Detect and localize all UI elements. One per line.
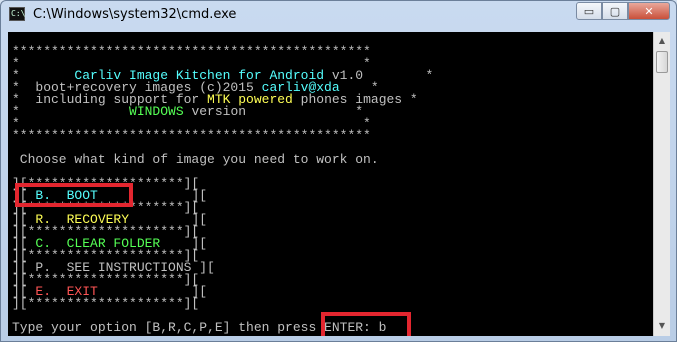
close-button[interactable]: ✕ <box>628 2 670 20</box>
scroll-thumb[interactable] <box>656 51 668 73</box>
banner-border-bottom: ****************************************… <box>12 128 371 143</box>
title-bar[interactable]: C:\ C:\Windows\system32\cmd.exe ▭ ▢ ✕ <box>1 1 676 31</box>
menu-separator: ][********************][ <box>12 296 200 311</box>
boot-highlight-box <box>15 183 133 207</box>
console-output[interactable]: ****************************************… <box>8 32 653 336</box>
vertical-scrollbar[interactable]: ▲ ▼ <box>653 32 670 336</box>
maximize-button[interactable]: ▢ <box>602 2 628 20</box>
scroll-down-icon[interactable]: ▼ <box>654 318 670 334</box>
menu-heading: Choose what kind of image you need to wo… <box>12 152 379 167</box>
enter-highlight-box <box>321 312 411 336</box>
cmd-window: C:\ C:\Windows\system32\cmd.exe ▭ ▢ ✕ **… <box>0 0 677 342</box>
window-controls: ▭ ▢ ✕ <box>576 2 670 20</box>
scroll-up-icon[interactable]: ▲ <box>654 33 670 49</box>
cmd-icon: C:\ <box>9 7 25 21</box>
minimize-button[interactable]: ▭ <box>576 2 602 20</box>
window-title: C:\Windows\system32\cmd.exe <box>33 7 237 22</box>
